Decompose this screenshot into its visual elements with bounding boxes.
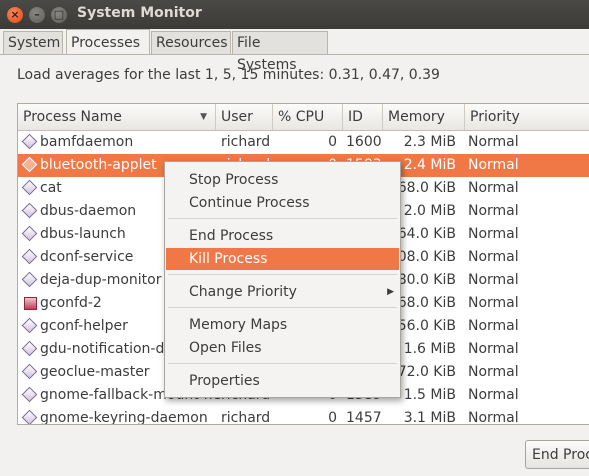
process-priority: Normal <box>468 387 519 403</box>
menu-item-end-process[interactable]: End Process <box>166 225 399 247</box>
menu-separator <box>168 307 397 308</box>
process-icon <box>21 225 38 242</box>
menu-separator <box>168 274 397 275</box>
process-context-menu: Stop Process Continue Process End Proces… <box>164 161 401 398</box>
column-label-process-name: Process Name <box>23 109 122 125</box>
table-row[interactable]: gnome-keyring-daemon richard 0 1457 3.1 … <box>18 407 589 425</box>
process-priority: Normal <box>468 180 519 196</box>
maximize-window-icon[interactable]: □ <box>51 7 67 23</box>
table-header: Process Name ▼ User % CPU ID Memory Prio… <box>18 104 589 131</box>
process-priority: Normal <box>468 203 519 219</box>
process-icon <box>21 340 38 357</box>
process-user: richard <box>221 410 271 425</box>
process-icon <box>21 386 38 403</box>
process-icon <box>21 248 38 265</box>
menu-item-continue-process[interactable]: Continue Process <box>166 192 399 214</box>
column-header-cpu[interactable]: % CPU <box>273 104 343 130</box>
process-priority: Normal <box>468 318 519 334</box>
process-priority: Normal <box>468 134 519 150</box>
process-cpu: 0 <box>328 410 337 425</box>
menu-separator <box>168 218 397 219</box>
tab-divider <box>0 54 589 55</box>
menu-item-kill-process[interactable]: Kill Process <box>166 248 399 270</box>
process-memory: 3.1 MiB <box>403 410 456 425</box>
process-id: 1457 <box>346 410 382 425</box>
window-title: System Monitor <box>77 5 202 21</box>
sort-down-icon: ▼ <box>200 112 207 122</box>
column-header-process-name[interactable]: Process Name ▼ <box>18 104 216 130</box>
process-priority: Normal <box>468 295 519 311</box>
process-icon <box>21 156 38 173</box>
menu-item-change-priority[interactable]: Change Priority ▶ <box>166 281 399 303</box>
close-window-icon[interactable]: × <box>7 7 23 23</box>
menu-item-properties[interactable]: Properties <box>166 370 399 392</box>
minimize-window-icon[interactable]: – <box>29 7 45 23</box>
process-priority: Normal <box>468 410 519 425</box>
process-icon <box>21 202 38 219</box>
tab-processes[interactable]: Processes <box>66 29 150 55</box>
title-bar: × – □ System Monitor <box>0 0 589 29</box>
process-priority: Normal <box>468 157 519 173</box>
column-header-memory[interactable]: Memory <box>383 104 465 130</box>
process-id: 1600 <box>346 134 382 150</box>
process-priority: Normal <box>468 364 519 380</box>
tab-file-systems[interactable]: File Systems <box>232 31 328 73</box>
process-cpu: 0 <box>328 134 337 150</box>
table-row[interactable]: bamfdaemon richard 0 1600 2.3 MiB Normal <box>18 131 589 154</box>
process-user: richard <box>221 134 271 150</box>
process-priority: Normal <box>468 341 519 357</box>
tab-system[interactable]: System <box>3 31 63 54</box>
end-process-button[interactable]: End Process <box>525 440 589 469</box>
process-icon <box>21 271 38 288</box>
column-header-priority[interactable]: Priority <box>465 104 589 130</box>
process-priority: Normal <box>468 249 519 265</box>
process-icon <box>21 363 38 380</box>
process-icon <box>21 179 38 196</box>
process-priority: Normal <box>468 226 519 242</box>
menu-item-memory-maps[interactable]: Memory Maps <box>166 314 399 336</box>
submenu-arrow-icon: ▶ <box>387 287 394 297</box>
menu-item-open-files[interactable]: Open Files <box>166 337 399 359</box>
process-memory: 2.3 MiB <box>403 134 456 150</box>
process-priority: Normal <box>468 272 519 288</box>
tab-resources[interactable]: Resources <box>151 31 231 54</box>
column-header-user[interactable]: User <box>216 104 273 130</box>
process-name: bamfdaemon <box>40 134 134 150</box>
menu-separator <box>168 363 397 364</box>
menu-item-stop-process[interactable]: Stop Process <box>166 169 399 191</box>
column-header-id[interactable]: ID <box>343 104 383 130</box>
load-averages-label: Load averages for the last 1, 5, 15 minu… <box>17 67 440 83</box>
process-name: gnome-keyring-daemon <box>40 410 208 425</box>
process-icon <box>21 133 38 150</box>
menu-item-label: Change Priority <box>189 284 297 300</box>
gconf-process-icon <box>24 297 37 310</box>
process-icon <box>21 409 38 424</box>
process-icon <box>21 317 38 334</box>
